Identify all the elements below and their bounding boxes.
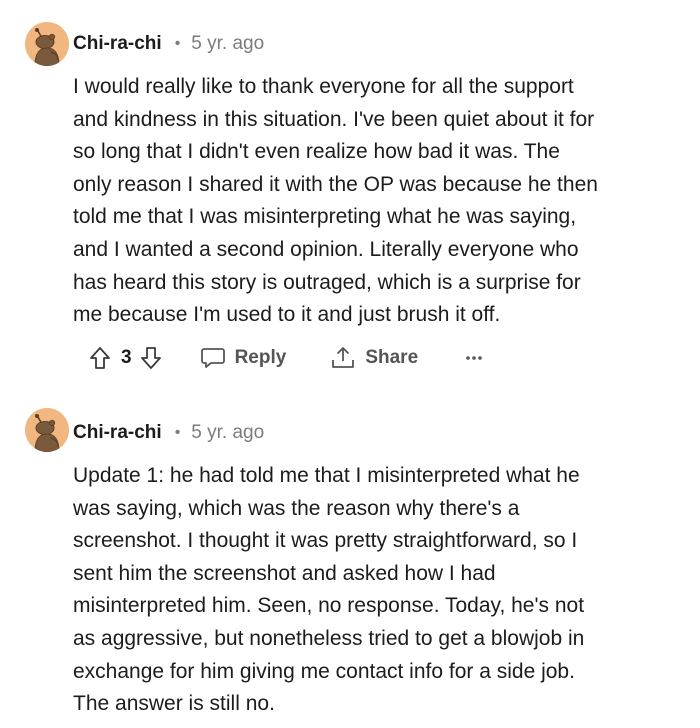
user-avatar[interactable] (25, 408, 69, 452)
speech-bubble-icon (200, 346, 226, 370)
upvote-button[interactable] (89, 346, 111, 370)
meta-separator: • (174, 35, 181, 52)
username[interactable]: Chi-ra-chi (73, 32, 162, 56)
reply-button[interactable]: Reply (200, 346, 287, 370)
share-upload-icon (330, 345, 356, 371)
share-button[interactable]: Share (330, 345, 418, 371)
downvote-arrow-icon (140, 347, 161, 369)
reply-label: Reply (234, 347, 287, 368)
comment-meta: Chi-ra-chi • 5 yr. ago (73, 421, 264, 445)
more-dots-icon (466, 356, 482, 360)
timestamp[interactable]: 5 yr. ago (191, 32, 264, 56)
timestamp[interactable]: 5 yr. ago (191, 421, 264, 445)
user-avatar[interactable] (25, 22, 69, 66)
meta-separator: • (174, 424, 181, 441)
more-options-button[interactable] (464, 354, 484, 362)
comment-meta: Chi-ra-chi • 5 yr. ago (73, 32, 264, 56)
comment-body: Update 1: he had told me that I misinter… (73, 464, 585, 716)
comment-action-bar: 3 Reply Share (89, 340, 484, 376)
share-label: Share (365, 347, 419, 368)
snoo-avatar-icon (25, 22, 69, 66)
snoo-avatar-icon (25, 408, 69, 452)
username[interactable]: Chi-ra-chi (73, 421, 162, 445)
comment-body: I would really like to thank everyone fo… (73, 75, 598, 327)
downvote-button[interactable] (140, 346, 162, 370)
upvote-arrow-icon (90, 347, 110, 369)
vote-score: 3 (121, 347, 132, 368)
